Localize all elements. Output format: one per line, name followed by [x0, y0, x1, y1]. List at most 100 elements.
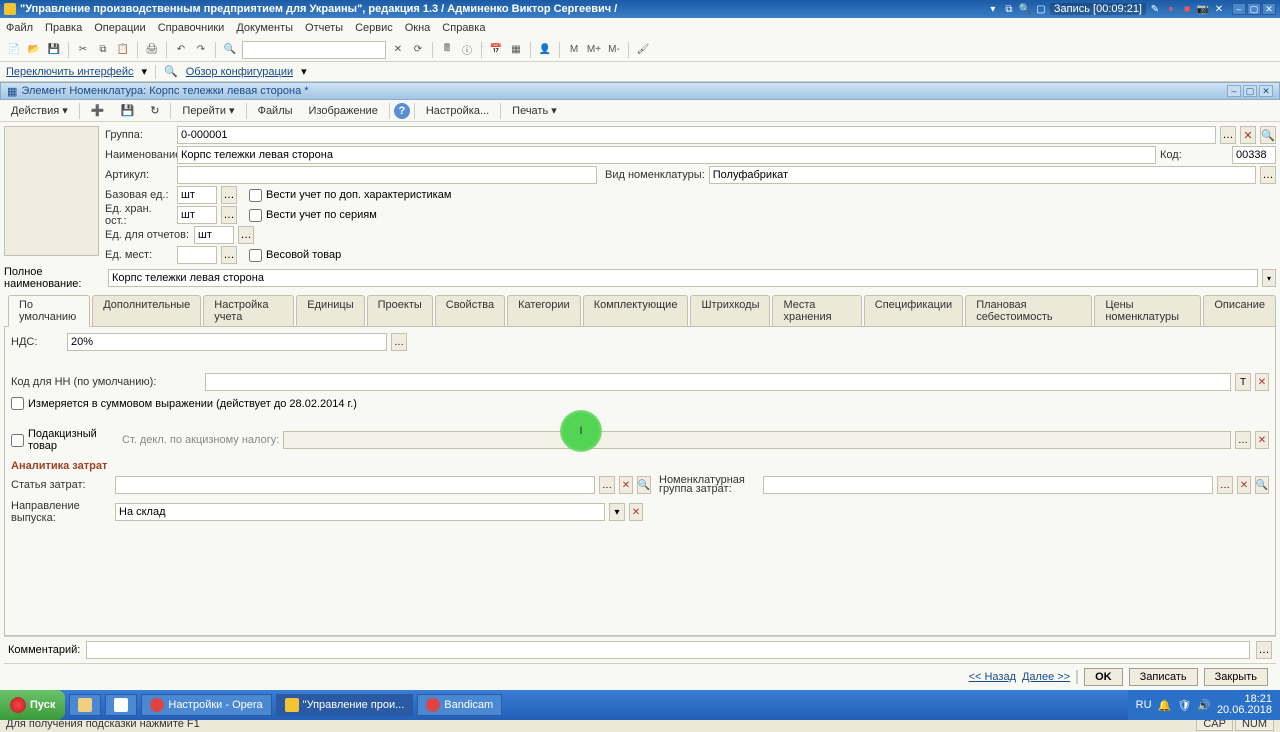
- characteristics-checkbox[interactable]: [249, 189, 262, 202]
- tray-icon-2[interactable]: 🛡: [1177, 699, 1191, 712]
- print-button[interactable]: Печать ▾: [505, 101, 564, 120]
- hhcode-t-button[interactable]: T: [1235, 373, 1251, 391]
- report-unit-select-button[interactable]: …: [238, 226, 254, 244]
- actions-button[interactable]: Действия ▾: [4, 101, 75, 120]
- save-icon[interactable]: 💾: [46, 42, 62, 58]
- menu-edit[interactable]: Правка: [45, 22, 82, 34]
- ok-button[interactable]: OK: [1084, 668, 1123, 686]
- taskbar-1c[interactable]: "Управление прои...: [276, 694, 414, 716]
- clear-icon[interactable]: ✕: [390, 42, 406, 58]
- m-plus-icon[interactable]: M+: [586, 42, 602, 58]
- nom-group-field[interactable]: [763, 476, 1213, 494]
- m-icon[interactable]: M: [566, 42, 582, 58]
- paste-icon[interactable]: 📋: [115, 42, 131, 58]
- nom-group-open-button[interactable]: 🔍: [1255, 476, 1269, 494]
- m-minus-icon[interactable]: M-: [606, 42, 622, 58]
- store-unit-select-button[interactable]: …: [221, 206, 237, 224]
- close-button[interactable]: ✕: [1262, 3, 1276, 15]
- cost-item-clear-button[interactable]: ✕: [619, 476, 633, 494]
- doc-minimize-button[interactable]: –: [1227, 85, 1241, 97]
- name-field[interactable]: [177, 146, 1156, 164]
- tab-projects[interactable]: Проекты: [367, 295, 433, 327]
- taskbar-notepad[interactable]: [105, 694, 137, 716]
- article-field[interactable]: [177, 166, 597, 184]
- tray-icon-3[interactable]: 🔊: [1197, 699, 1211, 712]
- place-unit-select-button[interactable]: …: [221, 246, 237, 264]
- output-dir-dropdown-button[interactable]: ▾: [609, 503, 625, 521]
- cut-icon[interactable]: ✂: [75, 42, 91, 58]
- help-icon[interactable]: ?: [394, 103, 410, 119]
- tab-specifications[interactable]: Спецификации: [864, 295, 963, 327]
- hhcode-field[interactable]: [205, 373, 1231, 391]
- taskbar-opera[interactable]: Настройки - Opera: [141, 694, 271, 716]
- rec-arrow-icon[interactable]: ▾: [986, 2, 1000, 16]
- output-dir-field[interactable]: На склад: [115, 503, 605, 521]
- sum-checkbox[interactable]: [11, 397, 24, 410]
- user-icon[interactable]: 👤: [537, 42, 553, 58]
- copy-icon[interactable]: ⧉: [95, 42, 111, 58]
- taskbar-bandicam[interactable]: Bandicam: [417, 694, 502, 716]
- group-select-button[interactable]: …: [1220, 126, 1236, 144]
- rec-camera-icon[interactable]: 📷: [1196, 2, 1210, 16]
- review-config-link[interactable]: Обзор конфигурации: [186, 66, 293, 78]
- base-unit-select-button[interactable]: …: [221, 186, 237, 204]
- output-dir-clear-button[interactable]: ✕: [629, 503, 643, 521]
- cost-item-select-button[interactable]: …: [599, 476, 615, 494]
- rec-edit-icon[interactable]: ✎: [1148, 2, 1162, 16]
- image-placeholder[interactable]: [4, 126, 99, 256]
- tab-plan-cost[interactable]: Плановая себестоимость: [965, 295, 1092, 327]
- brush-icon[interactable]: 🖌: [635, 42, 651, 58]
- save-button[interactable]: 💾: [113, 101, 141, 120]
- tab-accounting[interactable]: Настройка учета: [203, 295, 294, 327]
- series-checkbox[interactable]: [249, 209, 262, 222]
- redo-icon[interactable]: ↷: [193, 42, 209, 58]
- vid-select-button[interactable]: …: [1260, 166, 1276, 184]
- tab-components[interactable]: Комплектующие: [583, 295, 689, 327]
- store-unit-field[interactable]: шт: [177, 206, 217, 224]
- tray-clock[interactable]: 18:2120.06.2018: [1217, 694, 1272, 716]
- rec-copy-icon[interactable]: ⧉: [1002, 2, 1016, 16]
- minimize-button[interactable]: –: [1232, 3, 1246, 15]
- excise-decl-clear-button[interactable]: ✕: [1255, 431, 1269, 449]
- quick-search[interactable]: [242, 41, 386, 59]
- tab-additional[interactable]: Дополнительные: [92, 295, 201, 327]
- group-clear-button[interactable]: ✕: [1240, 126, 1256, 144]
- rec-close-icon[interactable]: ✕: [1212, 2, 1226, 16]
- group-field[interactable]: 0-000001: [177, 126, 1216, 144]
- tab-units[interactable]: Единицы: [296, 295, 364, 327]
- tray-icon-1[interactable]: 🔔: [1158, 699, 1172, 712]
- write-button[interactable]: Записать: [1129, 668, 1198, 686]
- image-button[interactable]: Изображение: [302, 102, 385, 120]
- refresh-icon[interactable]: ⟳: [410, 42, 426, 58]
- info-icon[interactable]: ⓘ: [459, 42, 475, 58]
- tab-categories[interactable]: Категории: [507, 295, 581, 327]
- new-doc-icon[interactable]: 📄: [6, 42, 22, 58]
- hhcode-clear-button[interactable]: ✕: [1255, 373, 1269, 391]
- close-button[interactable]: Закрыть: [1204, 668, 1268, 686]
- zoom-icon[interactable]: 🔍: [222, 42, 238, 58]
- maximize-button[interactable]: ▢: [1247, 3, 1261, 15]
- grid-icon[interactable]: ▦: [508, 42, 524, 58]
- tab-prices[interactable]: Цены номенклатуры: [1094, 295, 1201, 327]
- calc-icon[interactable]: 🖩: [439, 42, 455, 58]
- menu-directories[interactable]: Справочники: [158, 22, 225, 34]
- goto-button[interactable]: Перейти ▾: [175, 101, 241, 120]
- rec-pause-icon[interactable]: ⏸: [1164, 2, 1178, 16]
- nom-group-clear-button[interactable]: ✕: [1237, 476, 1251, 494]
- fullname-field[interactable]: Корпс тележки левая сторона: [108, 269, 1258, 287]
- doc-maximize-button[interactable]: ▢: [1243, 85, 1257, 97]
- taskbar-explorer[interactable]: [69, 694, 101, 716]
- comment-field[interactable]: [86, 641, 1250, 659]
- tab-barcodes[interactable]: Штрихкоды: [690, 295, 770, 327]
- open-icon[interactable]: 📂: [26, 42, 42, 58]
- place-unit-field[interactable]: [177, 246, 217, 264]
- undo-icon[interactable]: ↶: [173, 42, 189, 58]
- files-button[interactable]: Файлы: [251, 102, 300, 120]
- tab-storage[interactable]: Места хранения: [772, 295, 861, 327]
- menu-reports[interactable]: Отчеты: [305, 22, 343, 34]
- back-link[interactable]: << Назад: [969, 671, 1016, 683]
- rec-search-icon[interactable]: 🔍: [1018, 2, 1032, 16]
- menu-windows[interactable]: Окна: [405, 22, 431, 34]
- report-unit-field[interactable]: шт: [194, 226, 234, 244]
- nom-group-select-button[interactable]: …: [1217, 476, 1233, 494]
